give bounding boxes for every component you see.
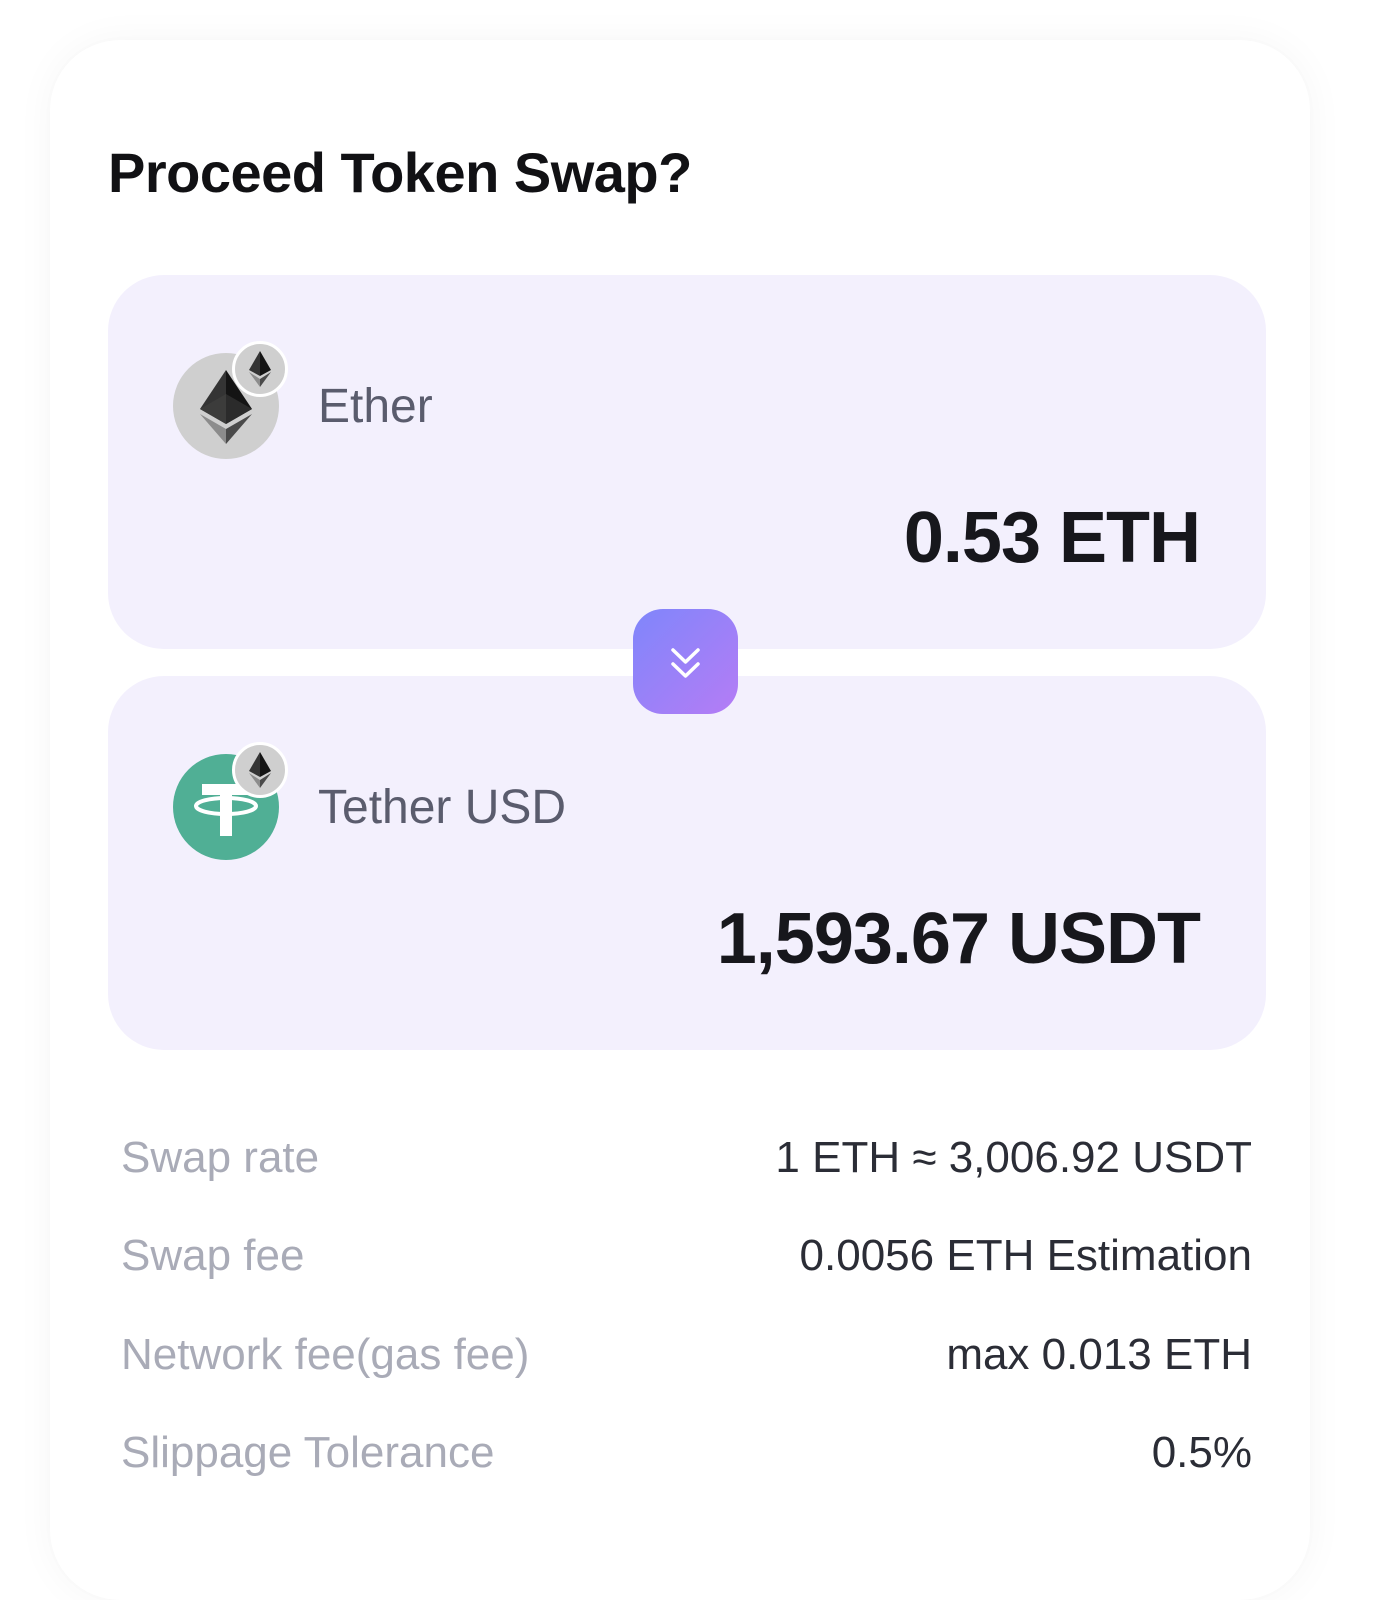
slippage-tolerance-row: Slippage Tolerance 0.5% bbox=[121, 1428, 1252, 1488]
network-fee-value: max 0.013 ETH bbox=[946, 1330, 1252, 1379]
network-fee-label: Network fee(gas fee) bbox=[121, 1330, 530, 1379]
slippage-tolerance-label: Slippage Tolerance bbox=[121, 1428, 495, 1477]
swap-direction-button[interactable] bbox=[633, 609, 738, 714]
slippage-tolerance-value: 0.5% bbox=[1151, 1428, 1252, 1477]
swap-fee-row: Swap fee 0.0056 ETH Estimation bbox=[121, 1231, 1252, 1291]
swap-fee-label: Swap fee bbox=[121, 1231, 305, 1280]
swap-rate-label: Swap rate bbox=[121, 1133, 320, 1182]
ethereum-chain-icon bbox=[232, 341, 288, 397]
ethereum-chain-icon bbox=[232, 742, 288, 798]
from-token-panel: Ether 0.53 ETH bbox=[108, 275, 1266, 649]
network-fee-row: Network fee(gas fee) max 0.013 ETH bbox=[121, 1330, 1252, 1390]
from-token-amount: 0.53 ETH bbox=[903, 498, 1201, 578]
from-token-name: Ether bbox=[318, 380, 433, 433]
double-chevron-down-icon bbox=[671, 648, 700, 678]
swap-fee-value: 0.0056 ETH Estimation bbox=[799, 1231, 1252, 1280]
swap-rate-row: Swap rate 1 ETH ≈ 3,006.92 USDT bbox=[121, 1133, 1252, 1193]
swap-rate-value: 1 ETH ≈ 3,006.92 USDT bbox=[775, 1133, 1252, 1182]
dialog-title: Proceed Token Swap? bbox=[108, 141, 692, 204]
to-token-amount: 1,593.67 USDT bbox=[716, 899, 1201, 979]
to-token-panel: Tether USD 1,593.67 USDT bbox=[108, 676, 1266, 1050]
to-token-name: Tether USD bbox=[318, 781, 567, 834]
